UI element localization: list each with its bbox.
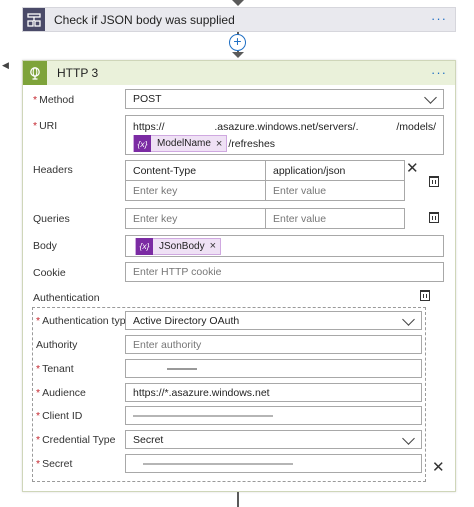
client-id-label: * Client ID xyxy=(36,410,83,422)
uri-prefix: https:// xyxy=(133,121,165,133)
auth-type-select[interactable]: Active Directory OAuth xyxy=(125,311,422,330)
uri-input[interactable]: https:// .asazure.windows.net/servers/. … xyxy=(125,115,444,155)
cookie-label: Cookie xyxy=(33,267,66,279)
tenant-label: * Tenant xyxy=(36,363,74,375)
method-value: POST xyxy=(133,93,162,105)
trash-icon[interactable] xyxy=(429,212,439,223)
expression-icon: {x} xyxy=(136,237,153,255)
condition-card[interactable]: Check if JSON body was supplied ··· xyxy=(22,7,456,32)
http-card-header[interactable]: HTTP 3 ··· xyxy=(23,61,455,85)
header-value-field[interactable]: application/json xyxy=(265,160,405,181)
auth-type-value: Active Directory OAuth xyxy=(133,314,240,327)
query-key-field[interactable]: Enter key xyxy=(125,208,266,229)
http-menu-button[interactable]: ··· xyxy=(431,65,447,80)
credential-type-value: Secret xyxy=(133,433,164,446)
http-card-title: HTTP 3 xyxy=(57,66,99,80)
audience-input[interactable]: https://*.asazure.windows.net xyxy=(125,383,422,402)
header-value-field[interactable]: Enter value xyxy=(265,180,405,201)
redacted-value xyxy=(143,462,293,465)
tenant-input[interactable] xyxy=(125,359,422,378)
modelname-token[interactable]: {x} ModelName × xyxy=(133,135,228,152)
authentication-label: Authentication xyxy=(33,292,100,304)
jsonbody-token[interactable]: {x} JSonBody × xyxy=(135,237,222,255)
chevron-down-icon xyxy=(424,91,437,104)
audience-label: * Audience xyxy=(36,387,86,399)
method-select[interactable]: POST xyxy=(125,89,444,109)
insert-step-button[interactable]: + xyxy=(229,34,246,51)
body-input[interactable]: {x} JSonBody × xyxy=(125,235,444,257)
uri-host: .asazure.windows.net/servers/. xyxy=(214,121,359,133)
credential-type-select[interactable]: Secret xyxy=(125,430,422,449)
credential-type-label: * Credential Type xyxy=(36,434,116,446)
body-label: Body xyxy=(33,240,57,252)
queries-label: Queries xyxy=(33,213,70,225)
header-key-field[interactable]: Enter key xyxy=(125,180,266,201)
authority-input[interactable]: Enter authority xyxy=(125,335,422,354)
condition-icon xyxy=(23,8,45,31)
connector-line xyxy=(237,492,239,507)
arrow-down-icon xyxy=(232,52,244,58)
designer-canvas: Check if JSON body was supplied ··· + ◀ … xyxy=(0,0,474,507)
close-icon[interactable]: ✕ xyxy=(406,161,419,176)
token-name: JSonBody xyxy=(159,240,205,252)
uri-models: /models/ xyxy=(396,121,437,133)
token-name: ModelName xyxy=(157,138,211,149)
headers-label: Headers xyxy=(33,164,73,176)
secret-input[interactable] xyxy=(125,454,422,473)
chevron-down-icon xyxy=(402,312,415,326)
query-value-field[interactable]: Enter value xyxy=(265,208,405,229)
remove-token-icon[interactable]: × xyxy=(210,240,220,252)
authority-label: Authority xyxy=(36,339,78,351)
close-icon[interactable]: ✕ xyxy=(432,460,445,475)
condition-title: Check if JSON body was supplied xyxy=(54,12,235,27)
globe-icon xyxy=(23,61,47,85)
remove-token-icon[interactable]: × xyxy=(216,138,226,150)
auth-type-label: * Authentication type xyxy=(36,315,132,327)
method-label: * Method xyxy=(33,94,75,106)
header-key-field[interactable]: Content-Type xyxy=(125,160,266,181)
arrow-top-icon xyxy=(232,0,244,6)
client-id-input[interactable] xyxy=(125,406,422,425)
expression-icon: {x} xyxy=(134,135,151,152)
condition-menu-button[interactable]: ··· xyxy=(431,11,447,26)
redacted-value xyxy=(133,414,273,417)
cookie-input[interactable]: Enter HTTP cookie xyxy=(125,262,444,282)
chevron-left-icon[interactable]: ◀ xyxy=(2,60,9,71)
trash-icon[interactable] xyxy=(429,176,439,187)
uri-suffix: /refreshes xyxy=(228,137,276,150)
chevron-down-icon xyxy=(402,431,415,445)
redacted-value xyxy=(167,367,197,370)
trash-icon[interactable] xyxy=(420,290,430,301)
uri-label: * URI xyxy=(33,120,58,132)
secret-label: * Secret xyxy=(36,458,73,470)
